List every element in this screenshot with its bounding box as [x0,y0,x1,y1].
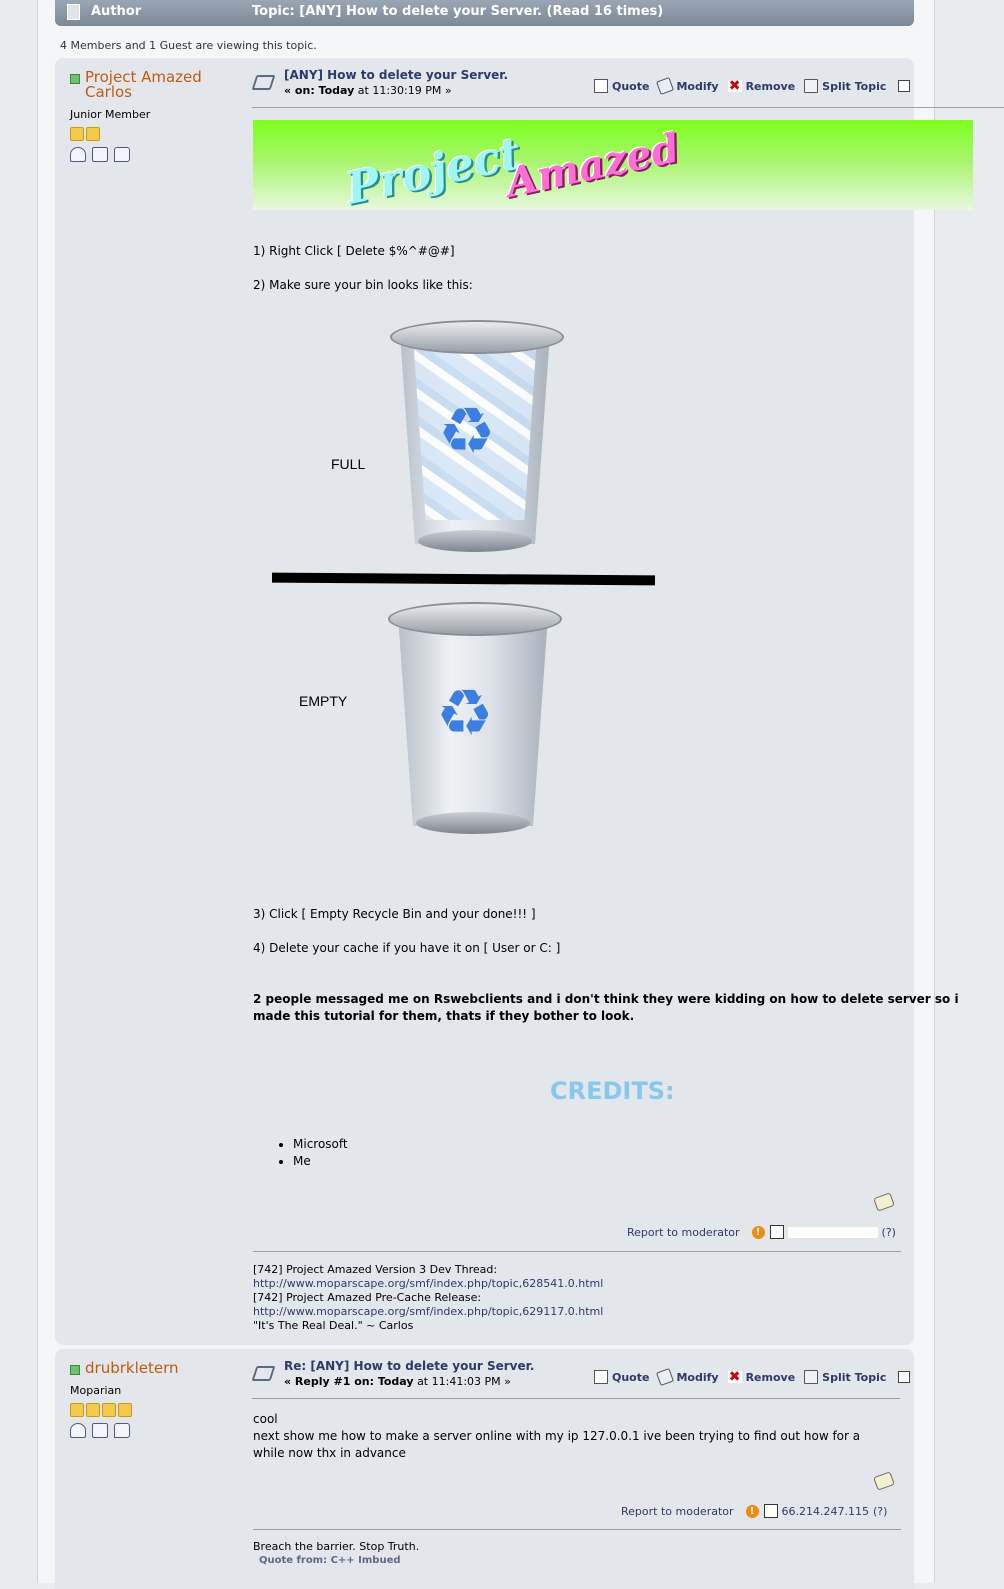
poster-name-link[interactable]: drubrkletern [85,1361,179,1376]
star-icon [102,1403,116,1417]
topic-post-icon [251,1366,276,1381]
remove-button[interactable]: ✖ Remove [727,78,795,94]
full-recycle-bin-image: ♻ [390,320,564,560]
step-2-text: 2) Make sure your bin looks like this: [253,278,473,292]
ip-help-link[interactable]: (?) [882,1226,896,1239]
post-title-link[interactable]: [ANY] How to delete your Server. [284,68,508,82]
email-icon[interactable] [92,147,108,162]
star-icon [86,1403,100,1417]
remove-icon: ✖ [727,78,742,94]
empty-recycle-bin-image: ♻ [388,602,562,842]
recycle-icon: ♻ [438,395,496,469]
topic-post-icon [251,75,276,90]
step-1-text: 1) Right Click [ Delete $%^#@#] [253,244,455,258]
poster-info: Project Amazed Carlos Junior Member [70,70,240,162]
ip-address-field [787,1226,878,1238]
ip-logged-icon [769,1225,784,1239]
banner-logo-word-1: Project [341,128,526,215]
poster-name-link[interactable]: Project Amazed Carlos [85,70,202,100]
header-divider [252,1398,900,1399]
rank-stars [70,1403,240,1417]
signature: Breach the barrier. Stop Truth. Quote fr… [253,1540,420,1566]
poster-rank: Junior Member [70,108,151,121]
quote-icon [594,1370,608,1384]
quote-icon [594,79,608,93]
remove-icon: ✖ [727,1369,742,1385]
credit-item: Me [293,1153,348,1170]
reply-body: cool next show me how to make a server o… [253,1412,861,1460]
post-title-link[interactable]: Re: [ANY] How to delete your Server. [284,1359,534,1373]
split-icon [804,79,819,93]
tutorial-note: 2 people messaged me on Rswebclients and… [253,992,959,1023]
signature-divider [253,1251,901,1252]
header-divider [252,107,1004,108]
quote-from-label: Quote from: C++ Imbued [259,1555,401,1566]
report-row: Report to moderator ! (?) [627,1225,899,1239]
split-icon [804,1370,819,1384]
project-amazed-banner: Project Amazed [253,120,973,215]
banner-logo-word-2: Amazed [502,124,684,207]
poster-info: drubrkletern Moparian [70,1361,240,1438]
post-header: Re: [ANY] How to delete your Server. « R… [251,1359,987,1399]
star-icon [70,127,84,141]
online-status-icon [70,74,80,84]
email-icon[interactable] [92,1423,108,1438]
profile-icon[interactable] [70,1423,86,1438]
credit-item: Microsoft [293,1136,348,1153]
report-row: Report to moderator ! 66.214.247.115 (?) [621,1504,901,1518]
quote-button[interactable]: Quote [594,1370,649,1384]
star-icon [86,127,100,141]
credits-heading: CREDITS: [550,1077,675,1105]
remove-button[interactable]: ✖ Remove [727,1369,795,1385]
empty-label: EMPTY [299,693,348,709]
modify-button[interactable]: Modify [656,1368,719,1386]
select-post-checkbox[interactable] [898,1371,911,1383]
ip-logged-icon [763,1504,778,1518]
post-date: « on: Today at 11:30:19 PM » [284,84,452,97]
star-icon [118,1403,132,1417]
credits-list: Microsoft Me [253,1136,348,1170]
quick-quote-icon[interactable] [873,1192,895,1212]
topic-title-header: Topic: [ANY] How to delete your Server. … [252,4,664,19]
post-date: « Reply #1 on: Today at 11:41:03 PM » [284,1375,511,1388]
full-label: FULL [331,456,366,472]
signature-link[interactable]: http://www.moparscape.org/smf/index.php/… [253,1277,603,1291]
personal-message-icon[interactable] [114,147,130,162]
signature: [742] Project Amazed Version 3 Dev Threa… [253,1263,604,1332]
ip-help-link[interactable]: (?) [873,1505,887,1518]
rank-stars [70,127,240,141]
profile-icon[interactable] [70,147,86,162]
modify-icon [656,1368,675,1386]
star-icon [70,1403,84,1417]
select-post-checkbox[interactable] [898,80,911,92]
modify-icon [656,77,675,95]
quick-quote-icon[interactable] [873,1471,895,1491]
report-to-moderator-link[interactable]: Report to moderator [621,1505,734,1518]
signature-divider [253,1529,901,1530]
bin-divider-bar [271,572,656,586]
step-3-text: 3) Click [ Empty Recycle Bin and your do… [253,907,536,921]
step-4-text: 4) Delete your cache if you have it on [… [253,941,561,955]
post-1: Project Amazed Carlos Junior Member [ANY… [55,58,1004,1345]
author-column-label: Author [91,4,142,19]
personal-message-icon[interactable] [114,1423,130,1438]
split-topic-button[interactable]: Split Topic [804,79,886,93]
warning-icon: ! [751,1225,765,1239]
signature-link[interactable]: http://www.moparscape.org/smf/index.php/… [253,1305,603,1319]
quote-button[interactable]: Quote [594,79,649,93]
warning-icon: ! [745,1504,759,1518]
report-to-moderator-link[interactable]: Report to moderator [627,1226,740,1239]
poster-rank: Moparian [70,1384,122,1397]
post-2: drubrkletern Moparian Re: [ANY] How to d… [55,1349,914,1589]
modify-button[interactable]: Modify [656,77,719,95]
recycle-icon: ♻ [436,677,494,751]
post-header: [ANY] How to delete your Server. « on: T… [251,68,987,108]
split-topic-button[interactable]: Split Topic [804,1370,886,1384]
online-status-icon [70,1365,80,1375]
ip-address: 66.214.247.115 [781,1504,870,1518]
viewing-status: 4 Members and 1 Guest are viewing this t… [60,39,317,52]
document-icon [67,4,80,20]
topic-header-bar: Author Topic: [ANY] How to delete your S… [55,0,914,26]
